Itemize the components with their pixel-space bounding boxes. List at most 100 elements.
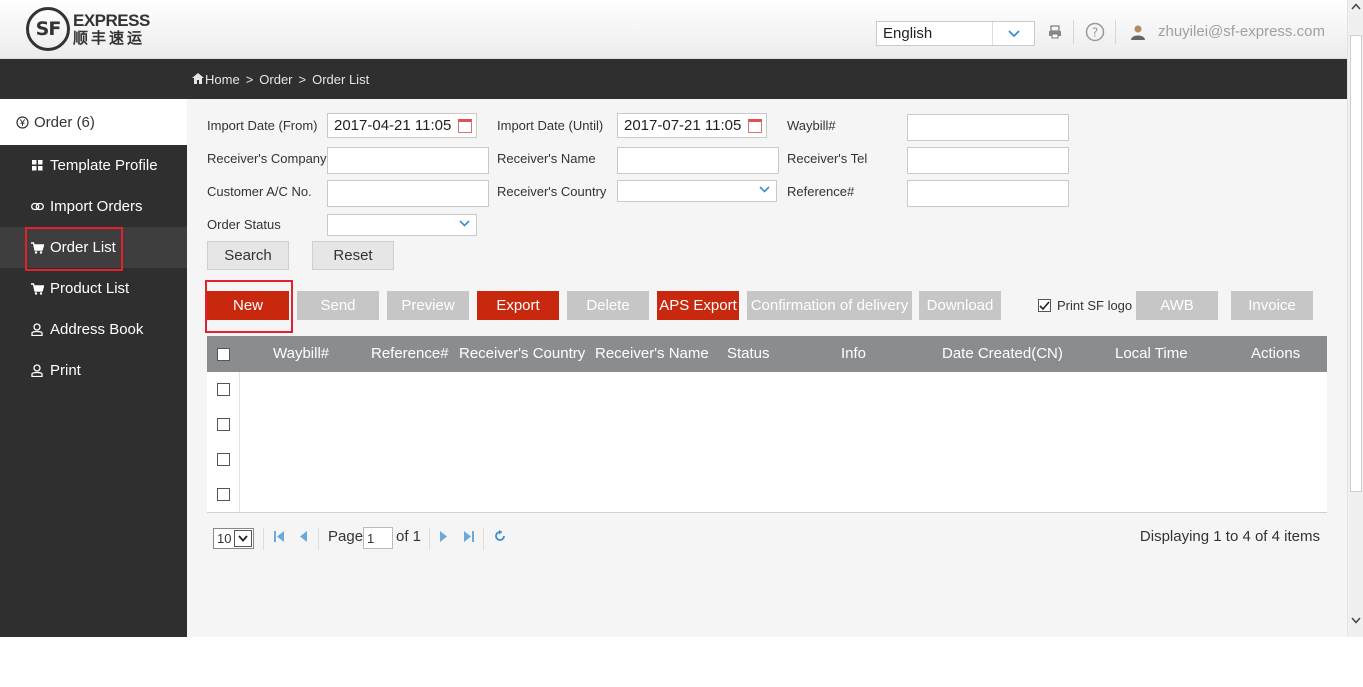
column-header-status[interactable]: Status [727,345,770,362]
column-header-info[interactable]: Info [841,345,866,362]
next-page-icon[interactable] [440,531,447,545]
print-sf-logo-checkbox[interactable] [1038,299,1051,312]
import-date-until-value: 2017-07-21 11:05 [624,117,742,134]
previous-page-icon[interactable] [300,531,307,545]
column-header-reference[interactable]: Reference# [371,345,449,362]
header-divider [1115,20,1116,44]
breadcrumb-separator: > [245,72,254,87]
nav-bar: Home > Order > Order List [0,59,1347,99]
import-date-until-label: Import Date (Until) [497,118,604,133]
invoice-button[interactable]: Invoice [1231,291,1313,320]
user-email[interactable]: zhuyilei@sf-express.com [1158,23,1325,40]
sidebar-item-product-list[interactable]: Product List [0,268,187,309]
table-row[interactable] [207,407,240,442]
receiver-country-select[interactable] [617,180,777,202]
waybill-label: Waybill# [787,118,836,133]
search-button[interactable]: Search [207,241,289,270]
breadcrumb-separator: > [298,72,307,87]
column-header-date-created[interactable]: Date Created(CN) [942,345,1063,362]
header-divider [1073,20,1074,44]
chevron-down-icon [759,184,770,196]
column-header-receiver-country[interactable]: Receiver's Country [459,345,585,362]
import-date-from-input[interactable]: 2017-04-21 11:05 [327,113,477,138]
row-checkbox[interactable] [216,453,230,466]
last-page-icon[interactable] [464,531,474,545]
import-date-from-value: 2017-04-21 11:05 [334,117,452,134]
receiver-name-input[interactable] [617,147,779,174]
pager-divider [318,528,319,550]
sf-logo-mark: SF [26,7,70,51]
sidebar-item-template-profile[interactable]: Template Profile [0,145,187,186]
confirmation-of-delivery-button[interactable]: Confirmation of delivery [747,291,912,320]
page-size-select[interactable]: 10 [213,528,254,549]
delete-button[interactable]: Delete [567,291,649,320]
import-date-until-input[interactable]: 2017-07-21 11:05 [617,113,767,138]
reset-button[interactable]: Reset [312,241,394,270]
export-button[interactable]: Export [477,291,559,320]
sidebar-header-order[interactable]: Order (6) [0,99,187,145]
page-size-value: 10 [217,531,232,546]
receiver-tel-label: Receiver's Tel [787,151,868,166]
table-row[interactable] [207,372,240,407]
customer-ac-input[interactable] [327,180,489,207]
row-checkbox[interactable] [216,383,230,396]
column-header-receiver-name[interactable]: Receiver's Name [595,345,709,362]
page-number-input[interactable]: 1 [363,527,393,549]
language-select[interactable]: English [876,21,1035,46]
sidebar-item-label: Template Profile [50,157,158,174]
send-button[interactable]: Send [297,291,379,320]
refresh-icon[interactable] [494,530,506,545]
breadcrumb-order[interactable]: Order [259,72,292,87]
sidebar-item-label: Print [50,362,81,379]
scroll-down-icon[interactable] [1351,616,1361,627]
scroll-up-icon[interactable] [1351,2,1361,13]
aps-export-button[interactable]: APS Export [657,291,739,320]
yuan-circle-icon [16,115,29,129]
logo-cn: 顺丰速运 [73,30,146,47]
cart-icon [30,282,44,295]
print-sf-logo-option[interactable]: Print SF logo [1038,298,1132,313]
scrollbar-thumb[interactable] [1350,35,1362,492]
svg-text:?: ? [1092,26,1098,40]
chevron-down-icon[interactable] [992,22,1034,45]
reference-input[interactable] [907,180,1069,207]
column-header-waybill[interactable]: Waybill# [273,345,329,362]
awb-button[interactable]: AWB [1136,291,1218,320]
link-icon [30,201,44,212]
table-row[interactable] [207,442,240,477]
vertical-scrollbar[interactable] [1347,0,1363,637]
order-status-select[interactable] [327,214,477,236]
sidebar-item-import-orders[interactable]: Import Orders [0,186,187,227]
table-row[interactable] [207,477,240,512]
column-header-actions[interactable]: Actions [1251,345,1300,362]
user-avatar-icon[interactable] [1128,22,1148,42]
calendar-icon[interactable] [748,119,762,133]
select-all-checkbox[interactable] [217,348,230,361]
pager-divider [483,528,484,550]
waybill-input[interactable] [907,114,1069,141]
first-page-icon[interactable] [274,531,284,545]
help-icon[interactable]: ? [1085,22,1105,42]
receiver-country-label: Receiver's Country [497,184,607,199]
row-checkbox[interactable] [216,488,230,501]
printer-icon[interactable] [1045,22,1065,42]
receiver-tel-input[interactable] [907,147,1069,174]
sf-express-logo[interactable]: SF EXPRESS 顺丰速运 [26,7,150,51]
download-button[interactable]: Download [919,291,1001,320]
preview-button[interactable]: Preview [387,291,469,320]
sidebar-item-label: Import Orders [50,198,143,215]
column-header-local-time[interactable]: Local Time [1115,345,1188,362]
grid-icon [30,160,44,171]
home-icon [192,72,204,87]
calendar-icon[interactable] [458,119,472,133]
sidebar-item-print[interactable]: Print [0,350,187,391]
main-content: Import Date (From) 2017-04-21 11:05 Impo… [187,99,1347,637]
row-checkbox[interactable] [216,418,230,431]
breadcrumb-home[interactable]: Home [205,72,240,87]
highlight-box-new [205,280,293,333]
pager-divider [429,528,430,550]
receiver-company-input[interactable] [327,147,489,174]
pagination-bar: 10 Page 1 of 1 Displaying 1 to 4 of 4 it… [207,523,1327,553]
person-icon [30,323,44,336]
sidebar-item-address-book[interactable]: Address Book [0,309,187,350]
